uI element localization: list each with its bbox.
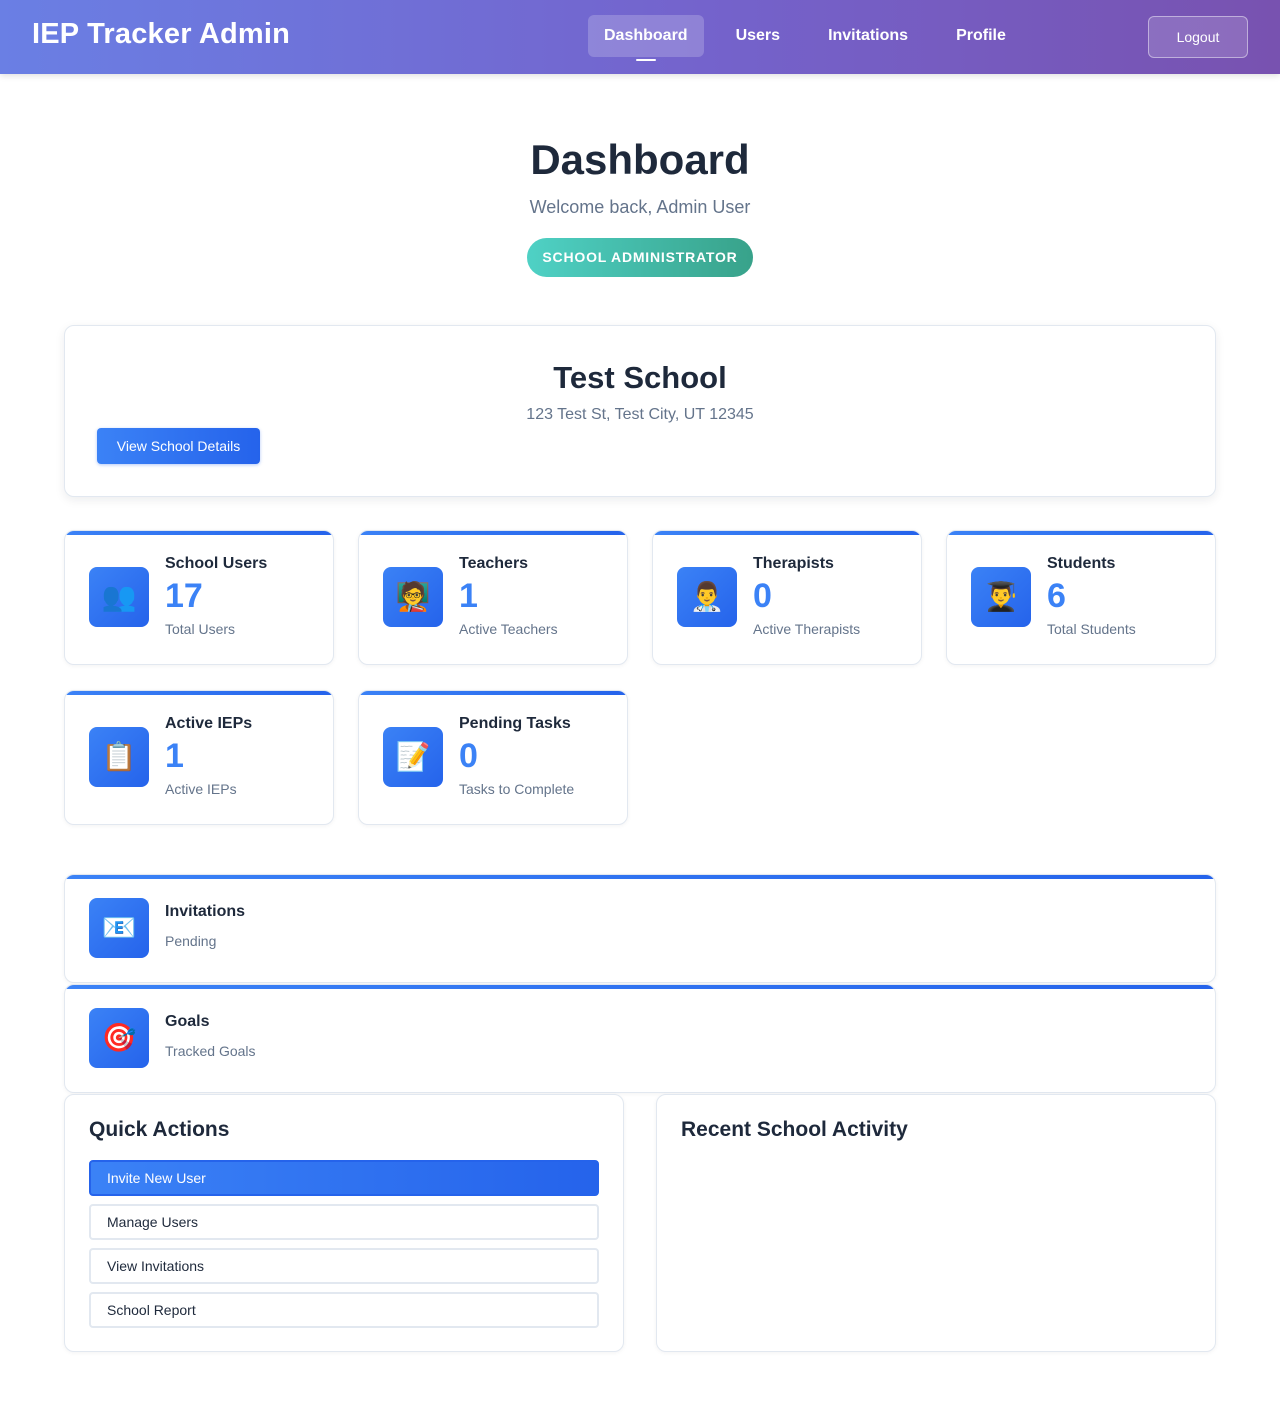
role-badge: SCHOOL ADMINISTRATOR: [527, 238, 753, 277]
stat-label: Teachers: [459, 555, 529, 572]
recent-activity-title: Recent School Activity: [681, 1118, 908, 1141]
stat-subtitle: Total Students: [1047, 621, 1136, 637]
student-icon: 👨‍🎓: [971, 567, 1031, 627]
stat-label: School Users: [165, 555, 268, 572]
app-brand[interactable]: IEP Tracker Admin: [32, 18, 290, 51]
page-title: Dashboard: [530, 136, 750, 183]
card-subtitle: Tracked Goals: [165, 1043, 256, 1059]
memo-icon: 📝: [383, 727, 443, 787]
stat-subtitle: Active Teachers: [459, 621, 558, 637]
stat-card-school-users: 👥 School Users 17 Total Users: [64, 530, 334, 665]
stat-label: Pending Tasks: [459, 715, 571, 732]
stat-subtitle: Total Users: [165, 621, 236, 637]
card-subtitle: Pending: [165, 933, 217, 949]
main-nav: Dashboard Users Invitations Profile: [588, 15, 1038, 61]
stat-value: 1: [165, 737, 184, 775]
nav-users[interactable]: Users: [720, 15, 796, 57]
nav-dashboard[interactable]: Dashboard: [588, 15, 704, 61]
health-worker-icon: 👨‍⚕️: [677, 567, 737, 627]
stat-value: 0: [753, 577, 772, 615]
clipboard-icon: 📋: [89, 727, 149, 787]
nav-profile[interactable]: Profile: [940, 15, 1022, 57]
school-card: Test School 123 Test St, Test City, UT 1…: [64, 325, 1216, 497]
stat-subtitle: Tasks to Complete: [459, 781, 575, 797]
card-label: Goals: [165, 1013, 210, 1030]
stat-value: 1: [459, 577, 478, 615]
card-label: Invitations: [165, 903, 246, 920]
view-school-details-button[interactable]: View School Details: [97, 428, 260, 464]
view-invitations-button[interactable]: View Invitations: [89, 1248, 599, 1284]
school-name: Test School: [553, 360, 727, 395]
stat-card-teachers: 🧑‍🏫 Teachers 1 Active Teachers: [358, 530, 628, 665]
stat-card-active-ieps: 📋 Active IEPs 1 Active IEPs: [64, 690, 334, 825]
school-address: 123 Test St, Test City, UT 12345: [526, 406, 754, 423]
manage-users-button[interactable]: Manage Users: [89, 1204, 599, 1240]
stat-value: 0: [459, 737, 478, 775]
stat-card-therapists: 👨‍⚕️ Therapists 0 Active Therapists: [652, 530, 922, 665]
teacher-icon: 🧑‍🏫: [383, 567, 443, 627]
recent-activity-panel: Recent School Activity: [656, 1094, 1216, 1352]
users-icon: 👥: [89, 567, 149, 627]
stat-value: 17: [165, 577, 203, 615]
school-report-button[interactable]: School Report: [89, 1292, 599, 1328]
nav-invitations[interactable]: Invitations: [812, 15, 924, 57]
quick-actions-title: Quick Actions: [89, 1118, 230, 1141]
target-icon: 🎯: [89, 1008, 149, 1068]
logout-button[interactable]: Logout: [1148, 16, 1248, 58]
stat-label: Active IEPs: [165, 715, 253, 732]
stat-subtitle: Active Therapists: [753, 621, 861, 637]
quick-actions-panel: Quick Actions Invite New User Manage Use…: [64, 1094, 624, 1352]
stat-card-students: 👨‍🎓 Students 6 Total Students: [946, 530, 1216, 665]
welcome-message: Welcome back, Admin User: [529, 197, 751, 217]
stat-card-pending-tasks: 📝 Pending Tasks 0 Tasks to Complete: [358, 690, 628, 825]
invite-new-user-button[interactable]: Invite New User: [89, 1160, 599, 1196]
top-navbar: IEP Tracker Admin Dashboard Users Invita…: [0, 0, 1280, 74]
invitations-card[interactable]: 📧 Invitations Pending: [64, 874, 1216, 983]
stat-subtitle: Active IEPs: [165, 781, 237, 797]
stat-label: Therapists: [753, 555, 834, 572]
envelope-icon: 📧: [89, 898, 149, 958]
goals-card[interactable]: 🎯 Goals Tracked Goals: [64, 984, 1216, 1093]
stat-value: 6: [1047, 577, 1066, 615]
stat-label: Students: [1047, 555, 1116, 572]
